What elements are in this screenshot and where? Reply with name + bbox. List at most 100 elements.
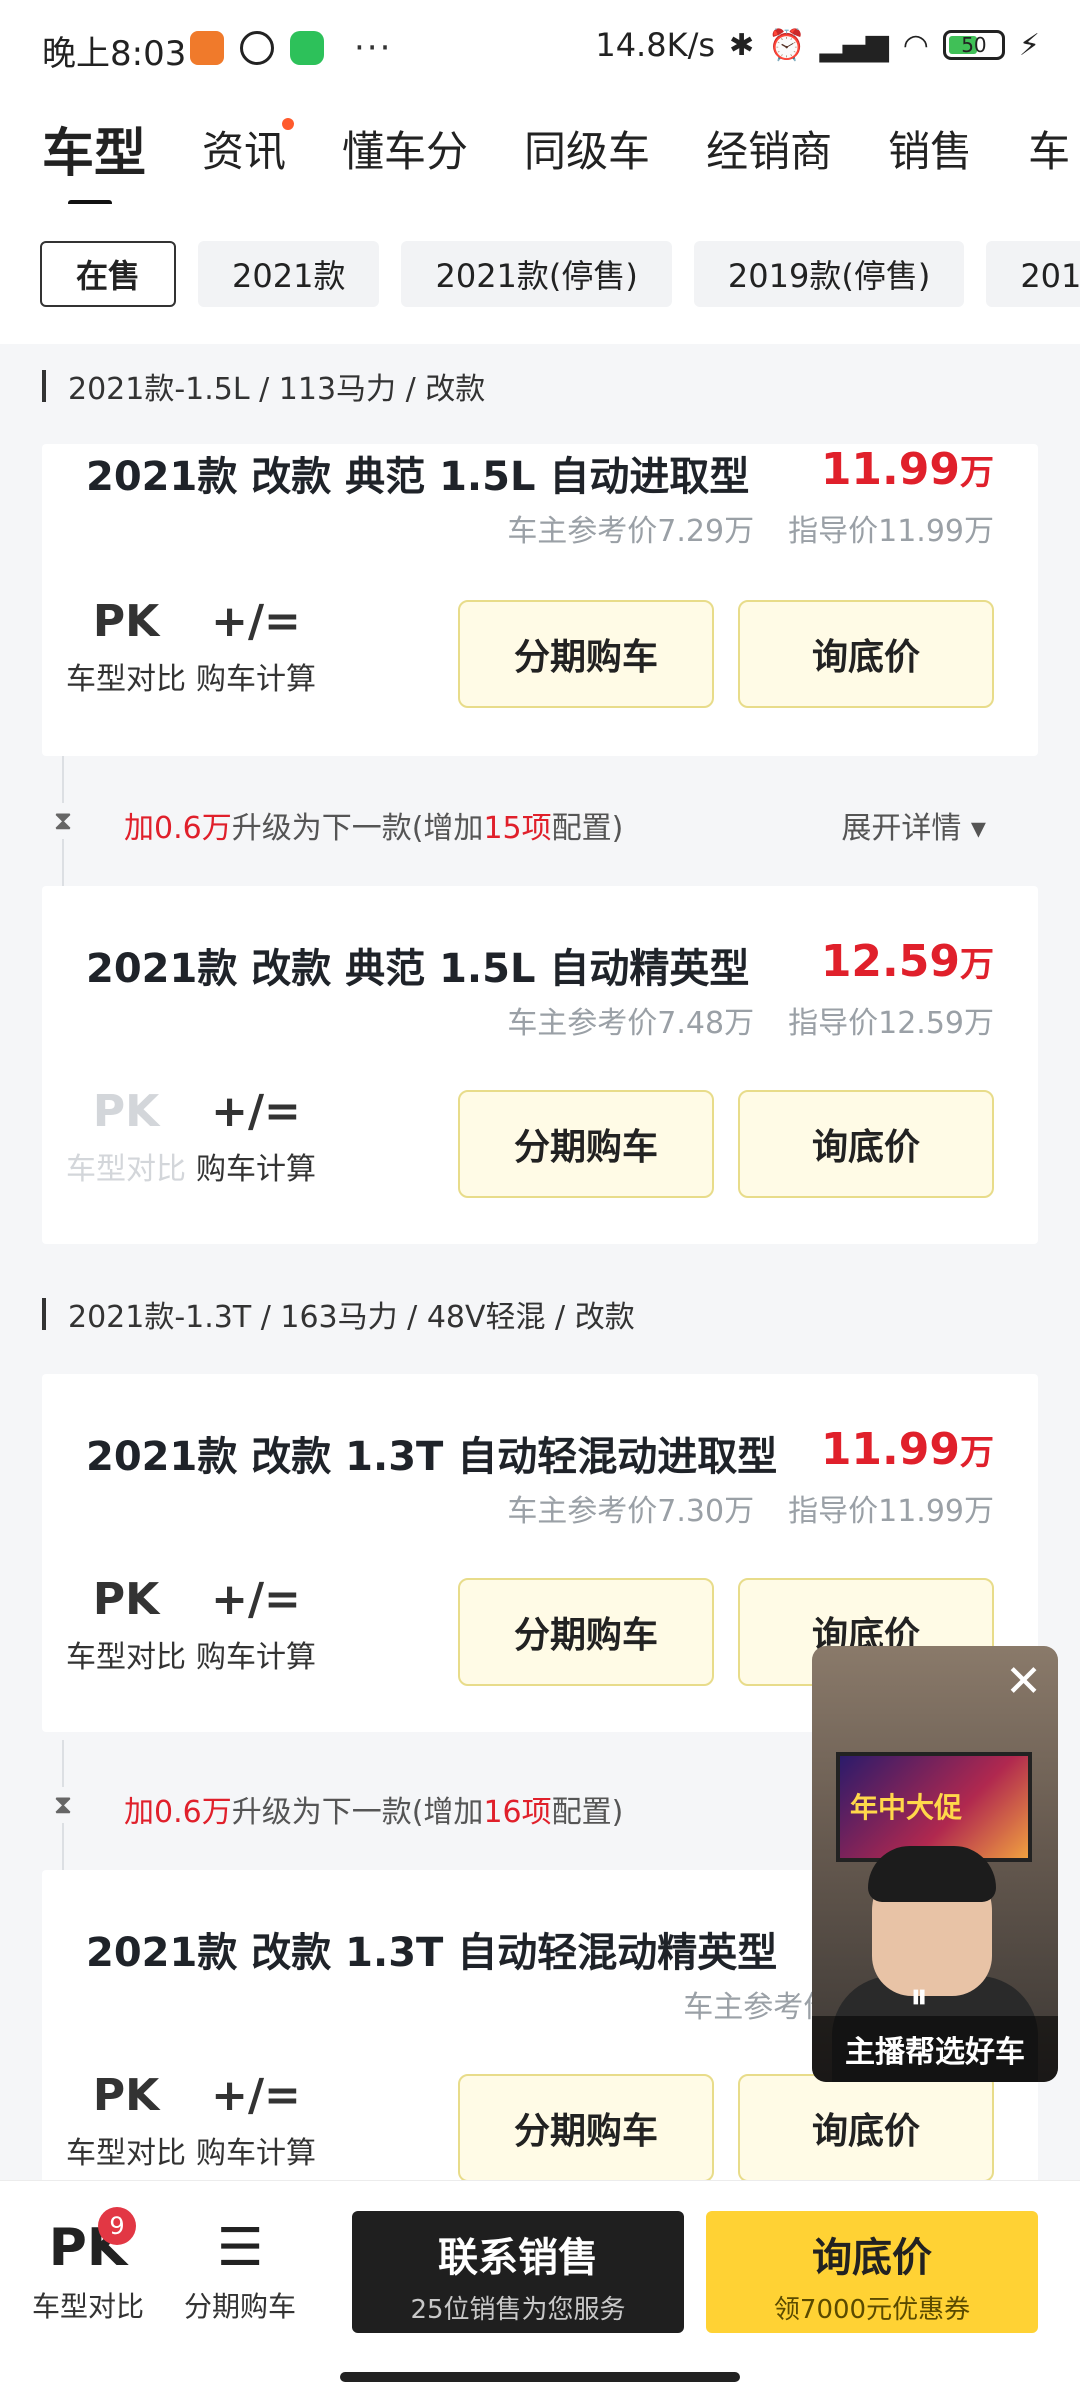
battery-icon: 50 [942,30,1005,60]
live-stream-widget[interactable]: 年中大促 ✕ ⏸ 主播帮选好车 [812,1646,1058,2082]
upgrade-feature-count: 15项 [483,811,552,846]
collapse-icon: ⧗ [50,803,76,839]
home-indicator[interactable] [340,2372,740,2382]
live-screen-text: 年中大促 [850,1791,963,1824]
installment-button[interactable]: 分期购车 [458,1090,714,1198]
model-price: 11.99万 [821,1424,994,1475]
chip-on-sale[interactable]: 在售 [40,241,177,307]
chip-2018[interactable]: 2018款 [986,241,1080,307]
pk-icon: PK [92,1574,160,1625]
status-indicators: 14.8K/s ✱ ⏰ ▂▄▆ ◠ 50 ⚡ [595,26,1040,64]
calculator-icon: +∕= [211,2070,301,2121]
compare-tool[interactable]: PK 车型对比 [56,2068,196,2172]
calculator-icon: +∕= [211,1086,301,1137]
price-details: 车主参考价7.30万 指导价11.99万 [507,1486,994,1530]
compare-tool-disabled: PK 车型对比 [56,1084,196,1188]
chip-2019-discontinued[interactable]: 2019款(停售) [693,241,965,307]
group-header: 2021款-1.5L / 113马力 / 改款 [42,364,485,408]
upgrade-text: 加0.6万升级为下一款(增加15项配置) [124,803,623,847]
calculator-tool[interactable]: +∕= 购车计算 [186,1572,326,1676]
upgrade-text-middle: 升级为下一款(增加 [231,811,484,846]
model-price: 12.59万 [821,936,994,987]
charging-icon: ⚡ [1018,27,1040,63]
status-time: 晚上8:03 [42,34,187,74]
model-card[interactable]: 2021款 改款 典范 1.5L 自动精英型 12.59万 车主参考价7.48万… [42,886,1038,1244]
owner-reference-price: 车主参考价7.48万 [507,1006,755,1041]
bottom-inquiry-label: 询底价 [812,2235,932,2281]
host-hair [868,1846,996,1902]
close-icon[interactable]: ✕ [1005,1660,1042,1704]
pk-icon: PK [92,2070,160,2121]
owner-reference-price: 车主参考价7.30万 [507,1494,755,1529]
calculator-label: 购车计算 [196,2136,316,2171]
battery-level: 50 [961,33,987,57]
price-details: 车主参考价7.29万 指导价11.99万 [507,506,994,550]
tab-sales[interactable]: 销售 [888,118,972,179]
group-header: 2021款-1.3T / 163马力 / 48V轻混 / 改款 [42,1292,635,1336]
inquiry-button[interactable]: 询底价 [738,600,994,708]
bottom-action-bar: PK 9 车型对比 ☰ 分期购车 联系销售 25位销售为您服务 询底价 领700… [0,2180,1080,2400]
signal-icon: ▂▄▆ [819,27,889,63]
calculator-tool[interactable]: +∕= 购车计算 [186,2068,326,2172]
bluetooth-icon: ✱ [729,27,755,63]
bottom-compare-label: 车型对比 [31,2290,144,2323]
compare-tool[interactable]: PK 车型对比 [56,1572,196,1676]
tab-similar-cars[interactable]: 同级车 [524,118,650,179]
installment-button[interactable]: 分期购车 [458,1578,714,1686]
contact-sales-subtitle: 25位销售为您服务 [410,2295,626,2325]
qq-app-icon [240,31,274,65]
compare-label: 车型对比 [66,662,186,697]
upgrade-text: 加0.6万升级为下一款(增加16项配置) [124,1787,623,1831]
upgrade-price-diff: 加0.6万 [124,811,232,846]
inquiry-button[interactable]: 询底价 [738,1090,994,1198]
expand-details-button[interactable]: 展开详情 ▾ [841,803,986,847]
contact-sales-button[interactable]: 联系销售 25位销售为您服务 [352,2211,684,2333]
pause-icon[interactable]: ⏸ [910,1976,928,2018]
model-card[interactable]: 2021款 改款 典范 1.5L 自动进取型 11.99万 车主参考价7.29万… [42,444,1038,756]
guide-price: 指导价11.99万 [788,1494,994,1529]
compare-label: 车型对比 [66,1152,186,1187]
installment-button[interactable]: 分期购车 [458,2074,714,2180]
bottom-installment-label: 分期购车 [183,2290,296,2323]
live-caption: 主播帮选好车 [812,2016,1058,2082]
bottom-compare-button[interactable]: PK 9 车型对比 [18,2207,158,2325]
calculator-icon: +∕= [211,1574,301,1625]
pk-icon: PK [92,596,160,647]
chip-2021[interactable]: 2021款 [198,241,380,307]
tab-score[interactable]: 懂车分 [342,118,468,179]
inquiry-button[interactable]: 询底价 [738,2074,994,2180]
bottom-installment-button[interactable]: ☰ 分期购车 [170,2217,310,2325]
compare-count-badge: 9 [98,2207,136,2245]
calculator-label: 购车计算 [196,1152,316,1187]
installment-icon: ☰ [216,2218,264,2278]
calculator-tool[interactable]: +∕= 购车计算 [186,594,326,698]
calculator-label: 购车计算 [196,662,316,697]
upgrade-price-diff: 加0.6万 [124,1795,232,1830]
app-screen: 晚上8:03 ··· 14.8K/s ✱ ⏰ ▂▄▆ ◠ 50 ⚡ 车型 资讯 … [0,0,1080,2400]
model-name: 2021款 改款 典范 1.5L 自动精英型 [86,946,750,992]
tab-models[interactable]: 车型 [42,111,146,204]
calculator-tool[interactable]: +∕= 购车计算 [186,1084,326,1188]
tab-more[interactable]: 车 [1028,118,1070,179]
chip-2021-discontinued[interactable]: 2021款(停售) [401,241,672,307]
more-notifications-icon: ··· [354,28,393,68]
pk-icon: PK [48,2218,128,2278]
installment-button[interactable]: 分期购车 [458,600,714,708]
price-unit: 万 [960,945,994,985]
tab-news[interactable]: 资讯 [202,117,295,179]
owner-reference-price: 车主参考价7.29万 [507,514,755,549]
year-filter-chips: 在售 2021款 2021款(停售) 2019款(停售) 2018款 [0,204,1080,344]
alarm-icon: ⏰ [768,27,806,63]
tab-dealers[interactable]: 经销商 [706,118,832,179]
model-price: 11.99万 [821,444,994,495]
pk-icon: PK [92,1086,160,1137]
price-value: 11.99 [820,444,960,495]
price-value: 11.99 [820,1424,960,1475]
model-name: 2021款 改款 1.3T 自动轻混动进取型 [86,1434,778,1480]
upgrade-text-suffix: 配置) [551,811,624,846]
compare-tool[interactable]: PK 车型对比 [56,594,196,698]
bottom-inquiry-button[interactable]: 询底价 领7000元优惠券 [706,2211,1038,2333]
taobao-app-icon [190,31,224,65]
price-unit: 万 [960,453,994,493]
compare-label: 车型对比 [66,2136,186,2171]
